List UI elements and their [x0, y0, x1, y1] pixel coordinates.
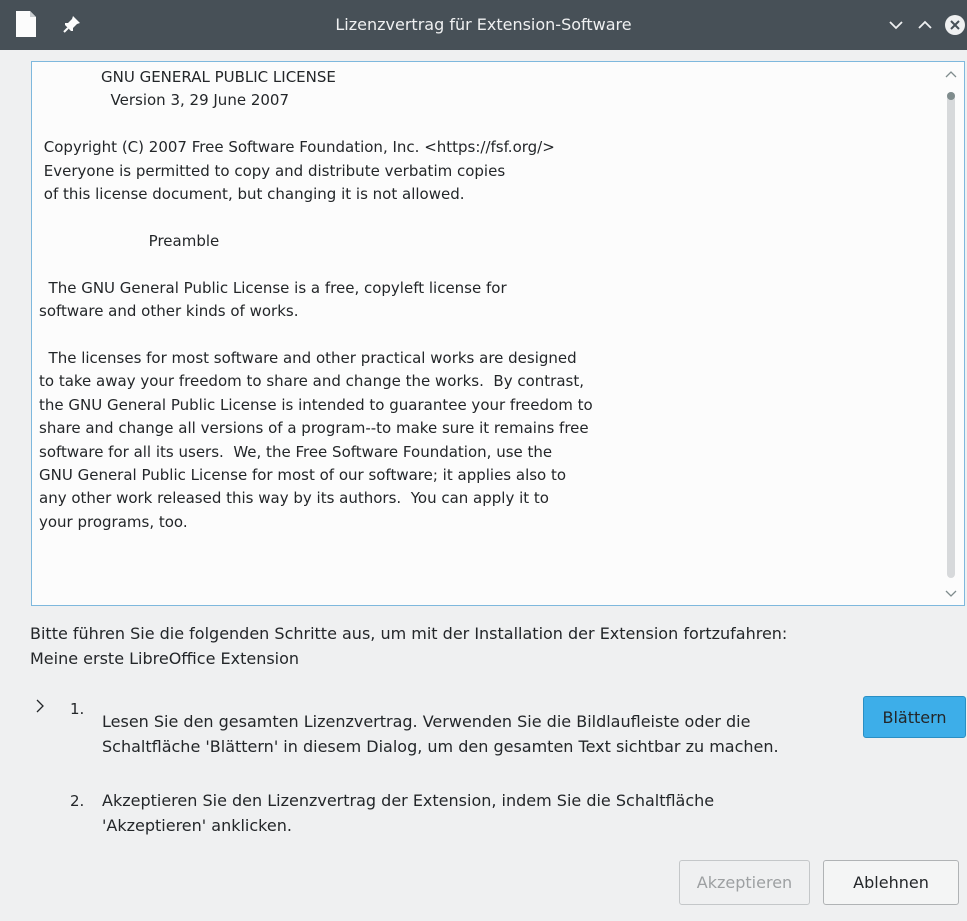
step-1-number: 1.: [70, 700, 85, 718]
scroll-button-label: Blättern: [882, 707, 947, 727]
scroll-button[interactable]: Blättern: [863, 696, 966, 738]
instruction-text: Bitte führen Sie die folgenden Schritte …: [30, 624, 788, 643]
title-bar: Lizenzvertrag für Extension-Software: [0, 0, 967, 50]
window-title: Lizenzvertrag für Extension-Software: [335, 15, 632, 34]
close-icon[interactable]: [943, 13, 967, 37]
scroll-up-icon[interactable]: [944, 68, 958, 82]
chevron-up-icon[interactable]: [913, 13, 937, 37]
license-text-area[interactable]: GNU GENERAL PUBLIC LICENSE Version 3, 29…: [31, 61, 965, 606]
extension-name: Meine erste LibreOffice Extension: [30, 649, 300, 668]
license-text: GNU GENERAL PUBLIC LICENSE Version 3, 29…: [39, 68, 593, 531]
scroll-down-icon[interactable]: [944, 586, 958, 600]
step-2-text: Akzeptieren Sie den Lizenzvertrag der Ex…: [102, 791, 715, 835]
scrollbar-handle[interactable]: [947, 92, 955, 100]
chevron-right-icon: [36, 699, 44, 713]
step-1-text: Lesen Sie den gesamten Lizenzvertrag. Ve…: [102, 712, 779, 756]
accept-button-label: Akzeptieren: [696, 873, 793, 892]
decline-button-label: Ablehnen: [853, 873, 929, 892]
scrollbar-track[interactable]: [947, 92, 955, 578]
accept-button[interactable]: Akzeptieren: [679, 860, 810, 905]
chevron-down-icon[interactable]: [884, 13, 908, 37]
decline-button[interactable]: Ablehnen: [823, 860, 959, 905]
license-scrollbar[interactable]: [938, 62, 964, 605]
step-2-number: 2.: [70, 792, 85, 810]
